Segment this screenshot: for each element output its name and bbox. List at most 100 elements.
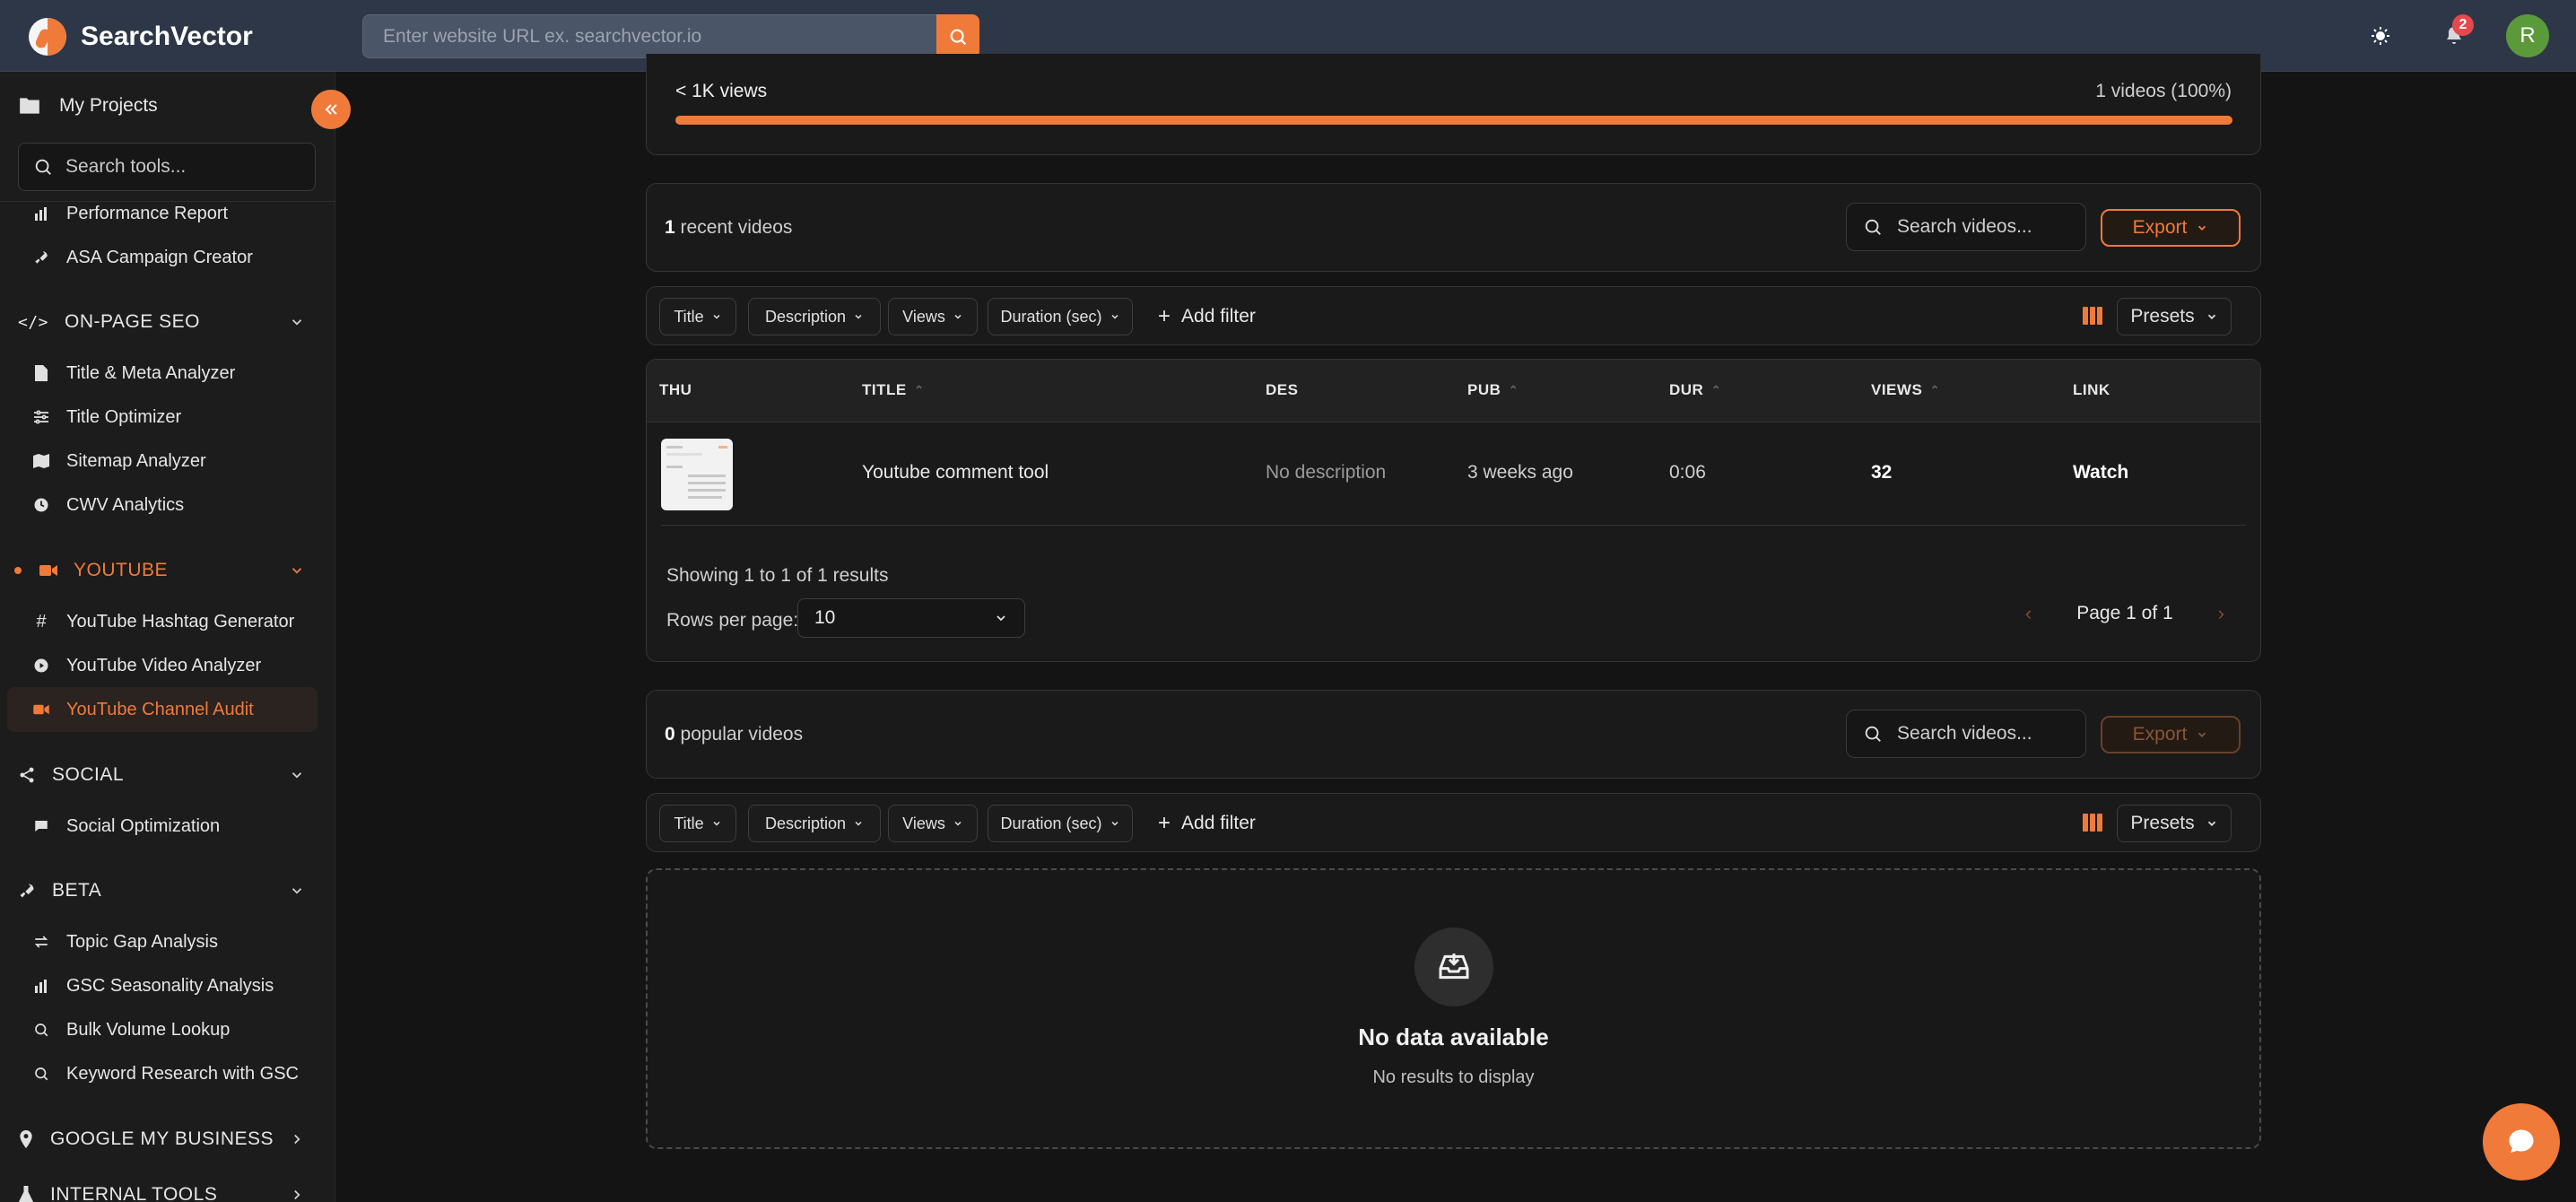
presets-button[interactable]: Presets <box>2117 298 2232 335</box>
search-icon <box>950 29 967 45</box>
watch-link[interactable]: Watch <box>2073 462 2128 483</box>
sidebar-section-social[interactable]: SOCIAL <box>18 757 305 793</box>
filter-chip-description[interactable]: Description <box>748 298 881 335</box>
tools-search-input[interactable] <box>65 156 315 178</box>
presets-button[interactable]: Presets <box>2117 805 2232 842</box>
header-title[interactable]: TITLE ⌃ <box>862 381 925 399</box>
recent-videos-search-input[interactable] <box>1897 216 2058 238</box>
sidebar-item-cwv-analytics[interactable]: CWV Analytics <box>32 487 184 523</box>
filter-chip-duration[interactable]: Duration (sec) <box>988 805 1133 842</box>
sidebar-item-gsc-seasonality-analysis[interactable]: GSC Seasonality Analysis <box>32 968 274 1004</box>
previous-page-button[interactable]: ‹ <box>2025 602 2032 625</box>
header-duration[interactable]: DUR ⌃ <box>1669 381 1722 399</box>
url-search-input[interactable] <box>363 15 936 57</box>
pagination: ‹ Page 1 of 1 › <box>2025 602 2224 625</box>
sidebar-item-bulk-volume-lookup[interactable]: Bulk Volume Lookup <box>32 1012 230 1048</box>
filter-chip-duration[interactable]: Duration (sec) <box>988 298 1133 335</box>
chevron-down-icon <box>954 821 962 826</box>
next-page-button[interactable]: › <box>2218 602 2224 625</box>
chat-support-button[interactable] <box>2483 1103 2560 1180</box>
sidebar-section-onpage-seo[interactable]: </> ON-PAGE SEO <box>18 304 305 340</box>
theme-toggle-button[interactable] <box>2359 14 2402 57</box>
user-avatar[interactable]: R <box>2506 14 2549 57</box>
bar-chart-icon <box>32 205 50 222</box>
filter-chip-title[interactable]: Title <box>659 298 736 335</box>
folder-icon <box>20 98 39 114</box>
chevron-down-icon <box>996 615 1005 622</box>
brand[interactable]: SearchVector <box>29 18 253 56</box>
add-filter-button[interactable]: + Add filter <box>1158 298 1256 335</box>
notifications-button[interactable]: 2 <box>2432 14 2476 57</box>
popular-videos-search-box <box>1846 710 2086 758</box>
sidebar-section-youtube[interactable]: YOUTUBE <box>14 553 305 588</box>
filter-chip-views[interactable]: Views <box>888 298 978 335</box>
section-label: INTERNAL TOOLS <box>50 1184 218 1202</box>
cell-duration: 0:06 <box>1669 462 1706 483</box>
chevron-down-icon <box>292 568 302 574</box>
chevron-down-icon <box>713 314 720 319</box>
section-label: ON-PAGE SEO <box>65 311 200 332</box>
header-views[interactable]: VIEWS ⌃ <box>1871 381 1941 399</box>
chip-label: Description <box>764 307 847 326</box>
sidebar-item-youtube-channel-audit[interactable]: YouTube Channel Audit <box>32 692 254 727</box>
recent-videos-title: 1 recent videos <box>665 217 792 239</box>
columns-icon <box>2083 814 2102 832</box>
sort-icon: ⌃ <box>1710 382 1722 397</box>
popular-videos-search-input[interactable] <box>1897 723 2058 745</box>
sidebar-section-google-my-business[interactable]: GOOGLE MY BUSINESS <box>18 1121 305 1157</box>
collapse-sidebar-button[interactable] <box>311 90 351 129</box>
map-icon <box>32 452 50 470</box>
columns-toggle-button[interactable] <box>2083 307 2102 329</box>
flask-icon <box>18 1186 34 1202</box>
header-label: TITLE <box>862 381 907 398</box>
my-projects-link[interactable]: My Projects <box>18 95 158 117</box>
sidebar-section-internal-tools[interactable]: INTERNAL TOOLS <box>18 1177 305 1202</box>
sidebar-item-youtube-hashtag-generator[interactable]: # YouTube Hashtag Generator <box>32 604 294 640</box>
sidebar-item-performance-report[interactable]: Performance Report <box>32 196 228 231</box>
clock-icon <box>32 496 50 514</box>
sidebar-item-topic-gap-analysis[interactable]: Topic Gap Analysis <box>32 924 218 960</box>
sidebar-item-sitemap-analyzer[interactable]: Sitemap Analyzer <box>32 443 206 479</box>
sidebar-item-social-optimization[interactable]: Social Optimization <box>32 808 220 844</box>
chevron-down-icon <box>2198 732 2206 737</box>
header-link[interactable]: LINK <box>2073 381 2110 399</box>
sidebar-item-keyword-research-gsc[interactable]: Keyword Research with GSC <box>32 1056 299 1092</box>
section-label: SOCIAL <box>52 764 125 785</box>
map-pin-icon <box>18 1130 34 1148</box>
sidebar-section-beta[interactable]: BETA <box>18 873 305 909</box>
recent-export-button[interactable]: Export <box>2101 209 2241 247</box>
active-dot <box>14 567 22 574</box>
sidebar-item-youtube-video-analyzer[interactable]: YouTube Video Analyzer <box>32 648 261 684</box>
notification-badge: 2 <box>2452 14 2474 36</box>
chip-label: Title <box>674 307 704 326</box>
sidebar-item-label: YouTube Hashtag Generator <box>66 611 295 631</box>
sidebar-item-title-meta-analyzer[interactable]: Title & Meta Analyzer <box>32 355 235 391</box>
row-divider <box>661 525 2246 526</box>
url-search-button[interactable] <box>936 14 979 58</box>
columns-toggle-button[interactable] <box>2083 814 2102 836</box>
cell-published: 3 weeks ago <box>1467 462 1573 483</box>
sun-icon <box>2371 27 2389 45</box>
popular-export-button[interactable]: Export <box>2101 716 2241 753</box>
cell-description: No description <box>1266 462 1387 483</box>
chevron-right-icon <box>294 1134 300 1145</box>
chip-label: Views <box>902 814 945 832</box>
header-description[interactable]: DES <box>1266 381 1298 399</box>
sidebar-item-asa-campaign-creator[interactable]: ASA Campaign Creator <box>32 240 253 275</box>
header-thumbnail[interactable]: THU <box>659 381 692 399</box>
filter-chip-title[interactable]: Title <box>659 805 736 842</box>
filter-chip-description[interactable]: Description <box>748 805 881 842</box>
header-published[interactable]: PUB ⌃ <box>1467 381 1519 399</box>
sort-icon: ⌃ <box>1508 382 1519 397</box>
add-filter-button[interactable]: + Add filter <box>1158 805 1256 842</box>
double-chevron-left-icon <box>325 104 337 115</box>
sidebar-item-label: Social Optimization <box>66 815 221 836</box>
share-icon <box>18 766 36 784</box>
play-circle-icon <box>32 657 50 675</box>
rows-per-page-select[interactable]: 10 <box>797 598 1025 638</box>
sidebar-item-title-optimizer[interactable]: Title Optimizer <box>32 399 181 435</box>
video-thumbnail[interactable] <box>661 439 733 510</box>
popular-videos-title-suffix: popular videos <box>674 724 804 745</box>
filter-chip-views[interactable]: Views <box>888 805 978 842</box>
sidebar: My Projects Performance Report ASA Campa… <box>0 72 335 1202</box>
